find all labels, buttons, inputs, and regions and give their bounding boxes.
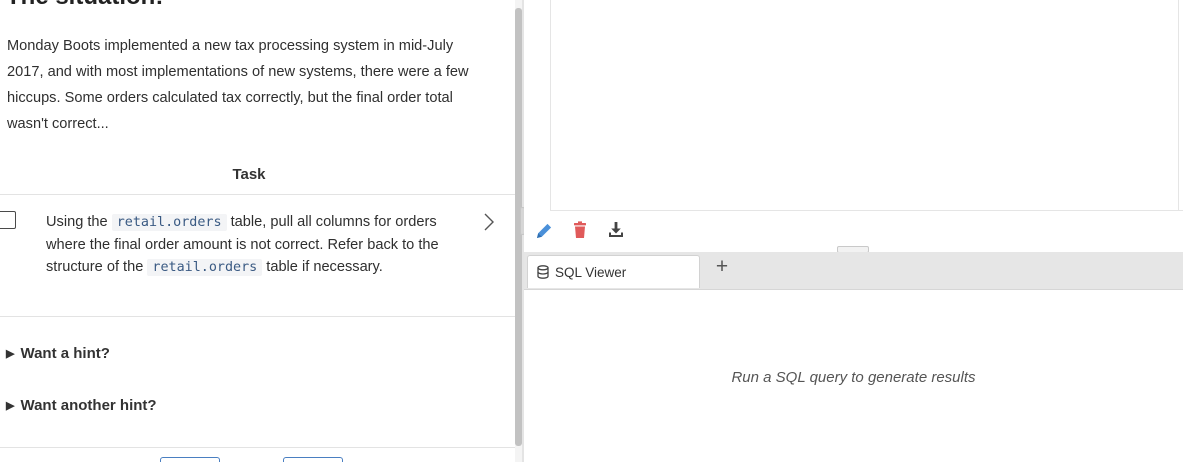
table-name-code: retail.orders <box>147 259 263 276</box>
task-title: Task <box>232 166 266 183</box>
divider <box>0 316 516 317</box>
hint-toggle[interactable]: ▶ Want a hint? <box>6 345 110 362</box>
results-tabbar: SQL Viewer + <box>524 252 1183 290</box>
section-heading: The situation: <box>6 0 163 11</box>
triangle-right-icon: ▶ <box>6 348 15 360</box>
workspace-panel: SQL Viewer + Run a SQL query to generate… <box>524 0 1183 462</box>
pencil-icon[interactable] <box>534 219 554 241</box>
hint-toggle-2[interactable]: ▶ Want another hint? <box>6 397 157 414</box>
table-name-code: retail.orders <box>111 214 227 231</box>
lesson-panel: The situation: Monday Boots implemented … <box>0 0 522 462</box>
tab-label: SQL Viewer <box>555 265 627 280</box>
task-item[interactable]: Using the retail.orders table, pull all … <box>0 195 516 316</box>
sql-editor[interactable] <box>550 0 1179 210</box>
database-icon <box>537 265 549 279</box>
situation-text: Monday Boots implemented a new tax proce… <box>7 38 469 132</box>
nav-button[interactable] <box>283 457 343 462</box>
triangle-right-icon: ▶ <box>6 400 15 412</box>
divider <box>550 210 1183 211</box>
tab-sql-viewer[interactable]: SQL Viewer <box>527 255 700 288</box>
trash-icon[interactable] <box>570 219 590 241</box>
download-icon[interactable] <box>606 219 626 241</box>
nav-button[interactable] <box>160 457 220 462</box>
add-tab-button[interactable]: + <box>712 256 732 278</box>
empty-results-message: Run a SQL query to generate results <box>731 369 976 386</box>
chevron-right-icon[interactable] <box>481 211 497 233</box>
task-checkbox[interactable] <box>0 211 16 229</box>
task-description: Using the retail.orders table, pull all … <box>46 214 439 276</box>
divider <box>0 447 516 448</box>
